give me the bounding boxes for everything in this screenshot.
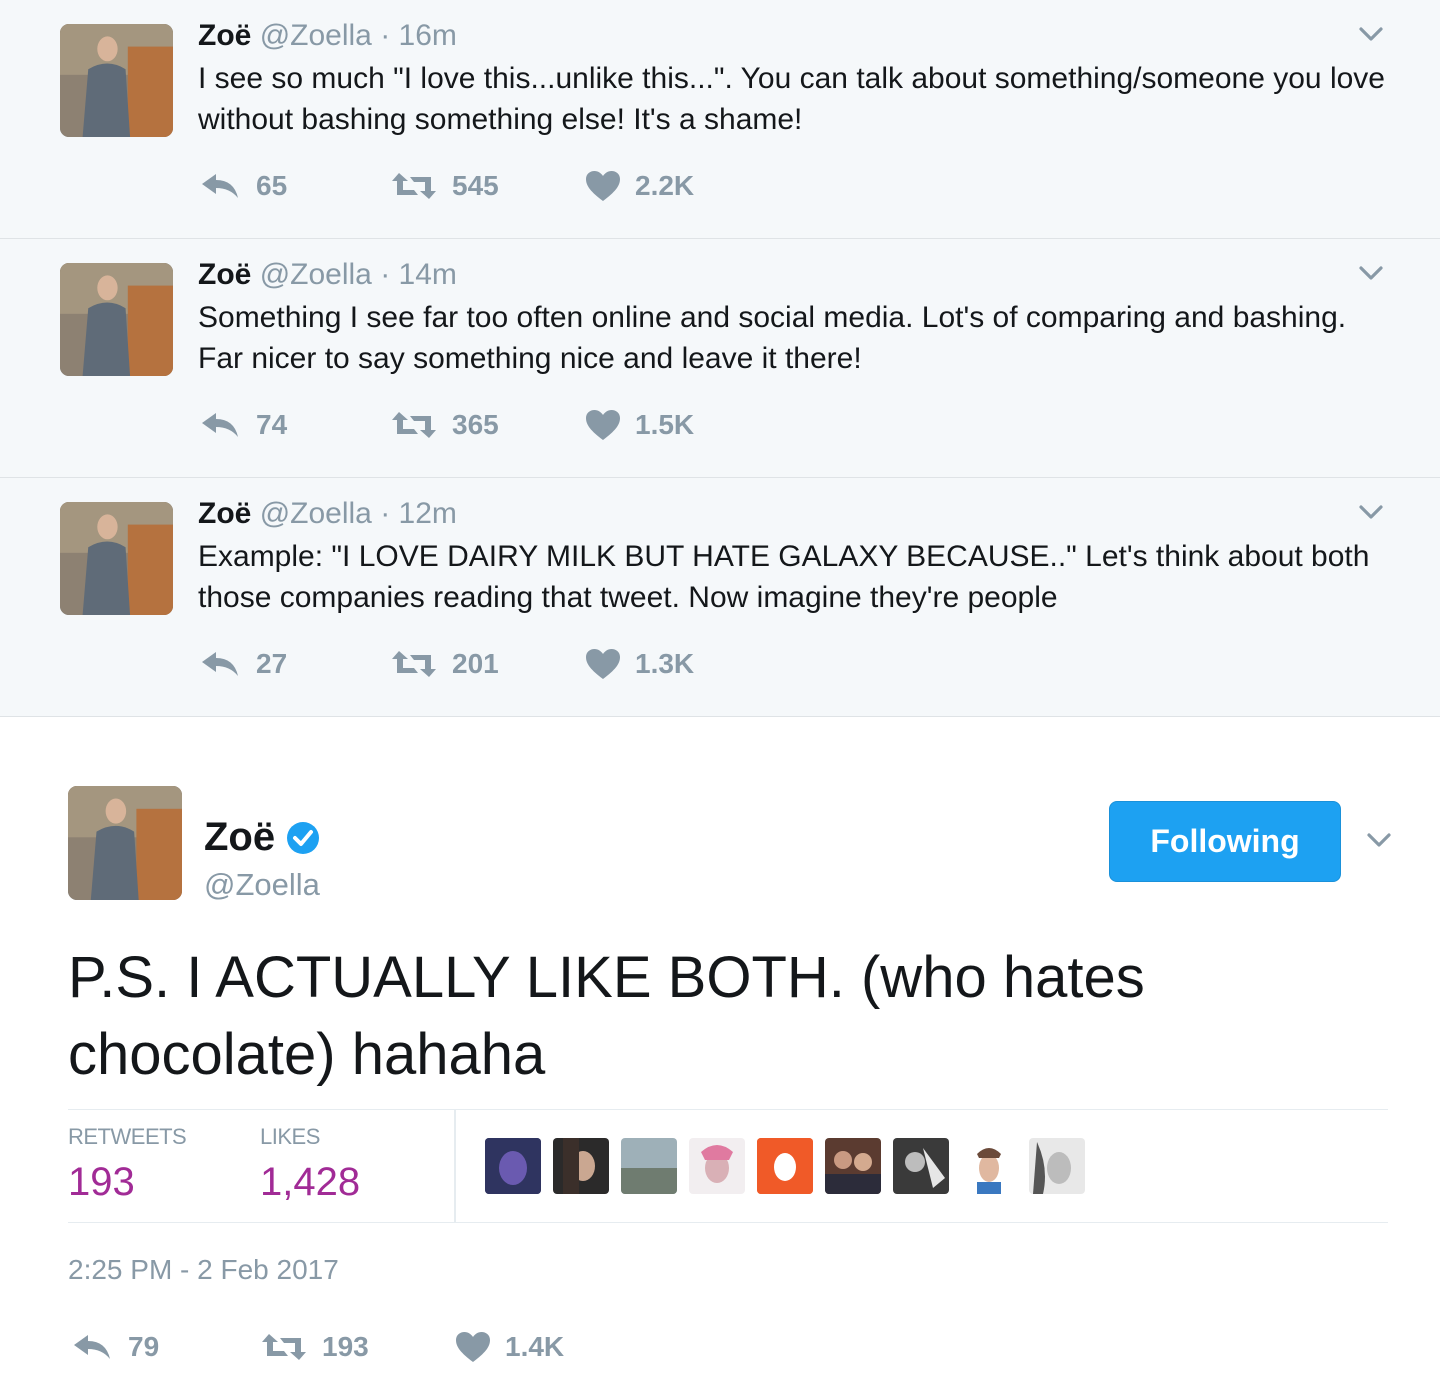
liker-avatar[interactable] <box>553 1138 609 1194</box>
retweet-button[interactable]: 201 <box>390 648 499 680</box>
chevron-down-icon[interactable] <box>1366 832 1392 850</box>
author-handle[interactable]: @Zoella <box>260 19 372 52</box>
retweet-button[interactable]: 193 <box>260 1331 369 1363</box>
author-name[interactable]: Zoë <box>204 815 275 860</box>
tweet-timestamp[interactable]: 2:25 PM - 2 Feb 2017 <box>68 1254 339 1286</box>
tweet-header: Zoë @Zoella · 12m <box>198 496 457 532</box>
liker-avatar[interactable] <box>1029 1138 1085 1194</box>
like-button[interactable]: 1.5K <box>585 409 694 441</box>
like-button[interactable]: 1.4K <box>455 1331 564 1363</box>
divider <box>454 1110 456 1222</box>
retweet-icon <box>392 173 436 199</box>
heart-icon <box>456 1332 490 1362</box>
tweet-actions: 27 201 1.3K <box>200 648 800 688</box>
avatar[interactable] <box>60 24 173 137</box>
tweet-header: Zoë @Zoella · 16m <box>198 18 457 54</box>
retweet-button[interactable]: 545 <box>390 170 499 202</box>
likes-label: LIKES <box>260 1124 320 1149</box>
avatar[interactable] <box>60 263 173 376</box>
tweet-time[interactable]: 12m <box>399 497 457 530</box>
tweet-actions: 65 545 2.2K <box>200 170 800 210</box>
tweet-stats: RETWEETS 193 LIKES 1,428 <box>68 1109 1388 1223</box>
separator: · <box>371 497 399 530</box>
retweet-icon <box>262 1334 306 1360</box>
likes-value: 1,428 <box>260 1160 361 1204</box>
author-name[interactable]: Zoë <box>198 497 251 530</box>
reply-button[interactable]: 27 <box>200 648 287 680</box>
reply-count: 27 <box>256 648 288 679</box>
chevron-down-icon[interactable] <box>1358 26 1384 44</box>
tweet-time[interactable]: 16m <box>399 19 457 52</box>
reply-icon <box>202 652 238 676</box>
likes-stat[interactable]: LIKES 1,428 <box>260 1124 360 1205</box>
like-button[interactable]: 2.2K <box>585 170 694 202</box>
author-name[interactable]: Zoë <box>198 19 251 52</box>
like-count: 1.4K <box>505 1331 565 1362</box>
like-count: 1.3K <box>635 648 695 679</box>
retweet-count: 545 <box>452 170 499 201</box>
reply-button[interactable]: 79 <box>72 1331 159 1363</box>
liker-avatar[interactable] <box>485 1138 541 1194</box>
avatar[interactable] <box>68 786 182 900</box>
author-handle[interactable]: @Zoella <box>260 497 372 530</box>
chevron-down-icon[interactable] <box>1358 265 1384 283</box>
reply-button[interactable]: 65 <box>200 170 287 202</box>
retweet-count: 193 <box>322 1331 369 1362</box>
reply-button[interactable]: 74 <box>200 409 287 441</box>
tweet-card[interactable]: Zoë @Zoella · 12m Example: "I LOVE DAIRY… <box>0 478 1440 717</box>
tweet-card[interactable]: Zoë @Zoella · 14m Something I see far to… <box>0 239 1440 478</box>
retweet-icon <box>392 412 436 438</box>
reply-icon <box>202 174 238 198</box>
tweet-text: I see so much "I love this...unlike this… <box>198 62 1385 136</box>
liker-avatar[interactable] <box>893 1138 949 1194</box>
avatar[interactable] <box>60 502 173 615</box>
liker-avatar[interactable] <box>621 1138 677 1194</box>
liker-avatar[interactable] <box>961 1138 1017 1194</box>
retweet-count: 365 <box>452 409 499 440</box>
liker-avatar[interactable] <box>757 1138 813 1194</box>
author-name-row[interactable]: Zoë <box>204 815 321 860</box>
tweet-actions: 79 193 1.4K <box>72 1331 672 1371</box>
like-count: 2.2K <box>635 170 695 201</box>
like-button[interactable]: 1.3K <box>585 648 694 680</box>
heart-icon <box>586 410 620 440</box>
retweet-button[interactable]: 365 <box>390 409 499 441</box>
chevron-down-icon[interactable] <box>1358 504 1384 522</box>
liker-avatar[interactable] <box>825 1138 881 1194</box>
tweet-text: P.S. I ACTUALLY LIKE BOTH. (who hates ch… <box>68 945 1145 1087</box>
tweet-header: Zoë @Zoella · 14m <box>198 257 457 293</box>
retweets-label: RETWEETS <box>68 1124 187 1149</box>
retweets-value: 193 <box>68 1160 135 1204</box>
retweet-count: 201 <box>452 648 499 679</box>
verified-badge-icon <box>287 821 320 854</box>
like-count: 1.5K <box>635 409 695 440</box>
reply-count: 65 <box>256 170 288 201</box>
heart-icon <box>586 171 620 201</box>
tweet-time[interactable]: 14m <box>399 258 457 291</box>
author-name[interactable]: Zoë <box>198 258 251 291</box>
tweet-text: Example: "I LOVE DAIRY MILK BUT HATE GAL… <box>198 540 1370 614</box>
author-handle[interactable]: @Zoella <box>204 867 320 903</box>
tweet-card[interactable]: Zoë @Zoella · 16m I see so much "I love … <box>0 0 1440 239</box>
reply-count: 79 <box>128 1331 160 1362</box>
retweets-stat[interactable]: RETWEETS 193 <box>68 1124 187 1205</box>
focused-tweet: Zoë @Zoella Following P.S. I ACTUALLY LI… <box>0 717 1440 1397</box>
retweet-icon <box>392 651 436 677</box>
separator: · <box>371 19 399 52</box>
separator: · <box>371 258 399 291</box>
heart-icon <box>586 649 620 679</box>
author-handle[interactable]: @Zoella <box>260 258 372 291</box>
reply-icon <box>202 413 238 437</box>
tweet-text: Something I see far too often online and… <box>198 301 1347 375</box>
reply-count: 74 <box>256 409 288 440</box>
liker-avatar[interactable] <box>689 1138 745 1194</box>
tweet-actions: 74 365 1.5K <box>200 409 800 449</box>
following-button[interactable]: Following <box>1109 801 1341 882</box>
reply-icon <box>74 1335 110 1359</box>
